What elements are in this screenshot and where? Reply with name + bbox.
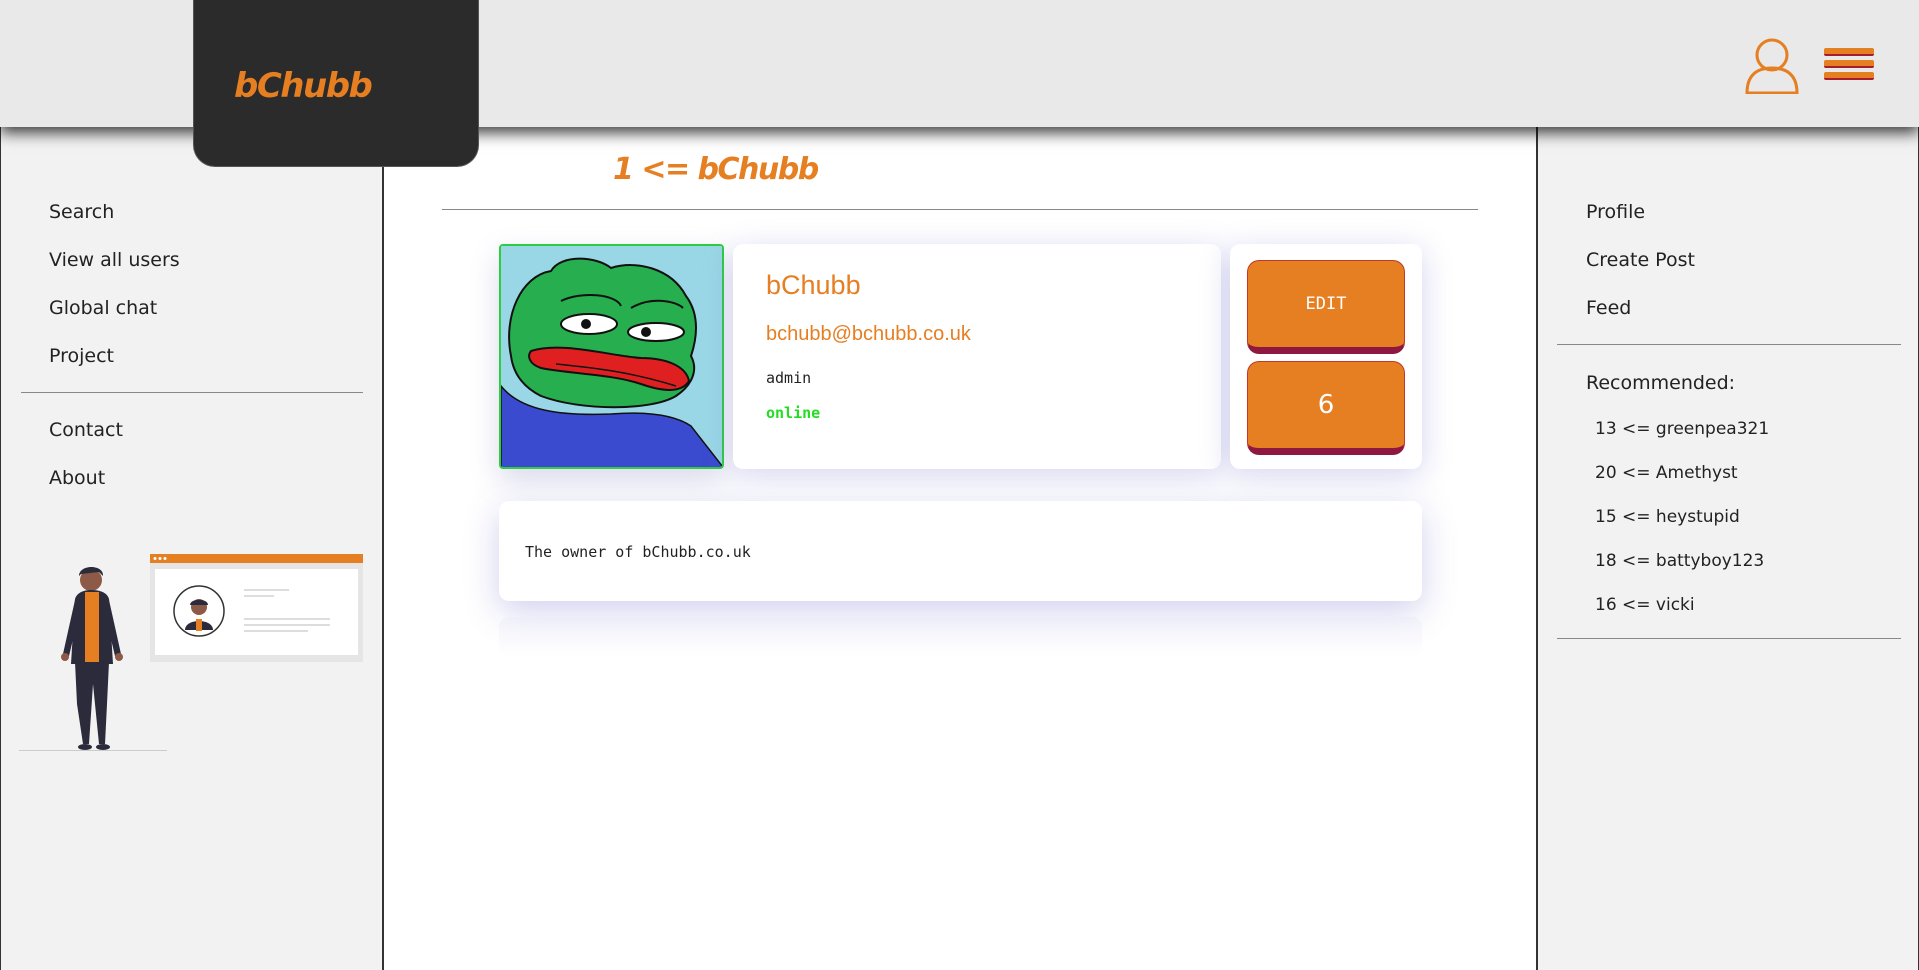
logo[interactable]: bChubb	[234, 66, 373, 106]
profile-info-card: bChubb bchubb@bchubb.co.uk admin online	[733, 244, 1221, 469]
bio-card: The owner of bChubb.co.uk	[499, 501, 1422, 601]
profile-name: bChubb	[766, 270, 861, 300]
recommended-user[interactable]: 13 <= greenpea321	[1595, 419, 1769, 439]
page-title: 1 <= bChubb	[613, 152, 819, 187]
hamburger-menu-icon[interactable]	[1824, 48, 1874, 84]
recommended-user[interactable]: 18 <= battyboy123	[1595, 551, 1764, 571]
right-sidebar: Profile Create Post Feed Recommended: 13…	[1536, 127, 1919, 970]
nav-about[interactable]: About	[49, 467, 105, 489]
left-sidebar: Search View all users Global chat Projec…	[0, 127, 384, 970]
user-icon[interactable]	[1744, 36, 1800, 94]
nav-contact[interactable]: Contact	[49, 419, 123, 441]
recommended-title: Recommended:	[1586, 372, 1736, 394]
profile-actions-card: EDIT 6	[1230, 244, 1422, 469]
nav-search[interactable]: Search	[49, 201, 114, 223]
bio-card-reflection	[499, 617, 1422, 657]
profile-email: bchubb@bchubb.co.uk	[766, 323, 971, 345]
profile-role: admin	[766, 369, 812, 387]
title-divider	[442, 209, 1478, 210]
bio-text: The owner of bChubb.co.uk	[525, 543, 751, 561]
recommended-user[interactable]: 15 <= heystupid	[1595, 507, 1740, 527]
logo-box[interactable]: bChubb	[193, 0, 479, 167]
profile-status: online	[766, 404, 821, 422]
post-count-button[interactable]: 6	[1247, 361, 1405, 455]
sidebar-divider	[21, 392, 363, 393]
profile-avatar	[499, 244, 724, 469]
nav-create-post[interactable]: Create Post	[1586, 249, 1695, 271]
main-content: 1 <= bChubb bChubb bchubb@bchubb.co.uk a…	[384, 127, 1536, 970]
nav-profile[interactable]: Profile	[1586, 201, 1645, 223]
nav-global-chat[interactable]: Global chat	[49, 297, 157, 319]
person-illustration	[19, 554, 363, 751]
nav-view-all-users[interactable]: View all users	[49, 249, 180, 271]
nav-feed[interactable]: Feed	[1586, 297, 1631, 319]
edit-button[interactable]: EDIT	[1247, 260, 1405, 354]
recommended-user[interactable]: 16 <= vicki	[1595, 595, 1695, 615]
recommended-user[interactable]: 20 <= Amethyst	[1595, 463, 1738, 483]
sidebar-divider	[1557, 344, 1901, 345]
nav-project[interactable]: Project	[49, 345, 114, 367]
frog-avatar-image	[501, 246, 722, 467]
sidebar-divider	[1557, 638, 1901, 639]
